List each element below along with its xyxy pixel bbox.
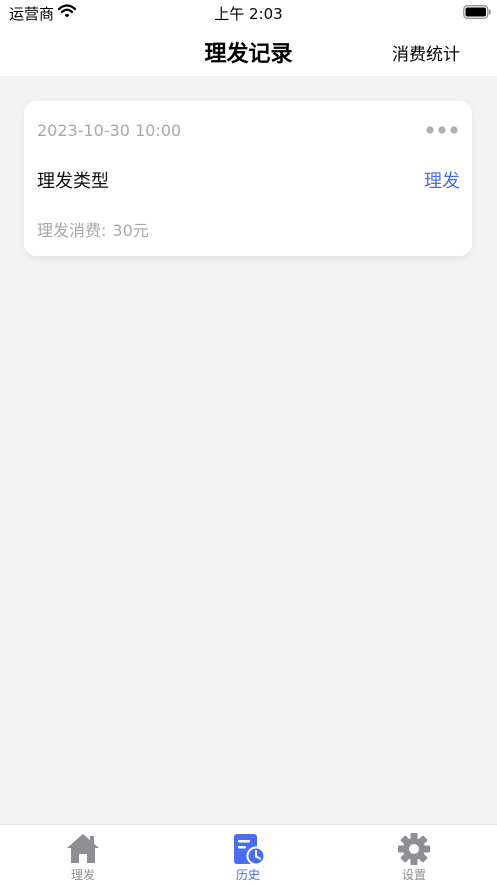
more-options-icon[interactable] bbox=[426, 125, 458, 135]
record-datetime: 2023-10-30 10:00 bbox=[37, 121, 182, 140]
record-cost-label: 理发消费: bbox=[37, 221, 107, 240]
status-time: 上午 2:03 bbox=[214, 5, 283, 23]
record-cost: 理发消费: 30元 bbox=[37, 217, 149, 241]
tab-label: 历史 bbox=[235, 868, 260, 882]
record-type-label: 理发类型 bbox=[37, 171, 109, 192]
house-icon bbox=[67, 834, 99, 863]
tab-bar: 理发 历史 设置 bbox=[0, 824, 497, 884]
status-bar: 运营商 上午 2:03 bbox=[0, 0, 497, 26]
tab-label: 设置 bbox=[401, 868, 426, 882]
tab-settings[interactable]: 设置 bbox=[354, 825, 474, 884]
haircut-record-card[interactable]: 2023-10-30 10:00 理发类型 理发 理发消费: 30元 bbox=[24, 101, 472, 256]
history-icon bbox=[234, 834, 266, 866]
navigation-bar: 理发记录 消费统计 bbox=[0, 26, 497, 76]
tab-history[interactable]: 历史 bbox=[188, 825, 308, 884]
record-cost-value: 30元 bbox=[112, 221, 149, 240]
tab-haircut[interactable]: 理发 bbox=[23, 825, 143, 884]
spending-stats-button[interactable]: 消费统计 bbox=[392, 40, 460, 65]
gear-icon bbox=[398, 833, 430, 865]
tab-label: 理发 bbox=[70, 868, 95, 882]
record-type-value: 理发 bbox=[424, 171, 460, 192]
battery-icon bbox=[463, 5, 491, 19]
